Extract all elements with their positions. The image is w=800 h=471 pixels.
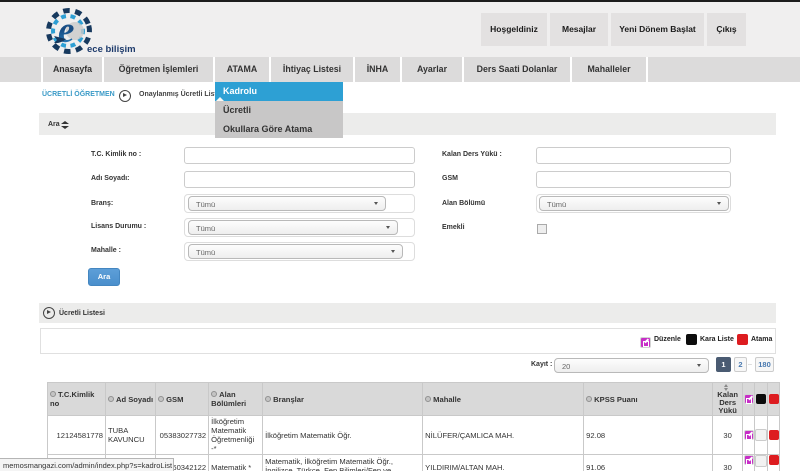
svg-text:ece bilişim: ece bilişim <box>87 44 136 55</box>
svg-text:e: e <box>58 10 74 51</box>
